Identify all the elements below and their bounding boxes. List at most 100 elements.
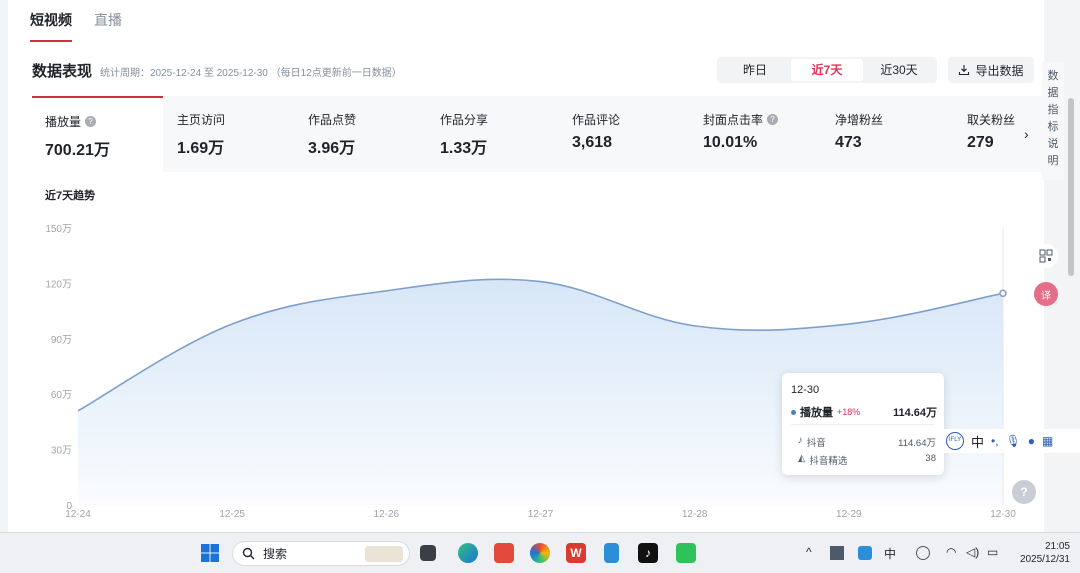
x-tick-label: 12-26 bbox=[374, 509, 400, 520]
metric-value: 10.01% bbox=[703, 134, 758, 151]
chart-tooltip: 12-30 播放量 +18% 114.64万 ♪ 抖音 114.64万 ◭ 抖音… bbox=[782, 373, 944, 475]
content-type-tabs: 短视频 直播 bbox=[30, 10, 122, 42]
taskbar: 搜索 W ♪ ^ 中 ◠ ◁) ▭ 21:05 2025/12/31 bbox=[0, 532, 1080, 573]
metric-label: 作品评论 bbox=[572, 113, 621, 127]
tab-live[interactable]: 直播 bbox=[94, 10, 122, 42]
x-tick-label: 12-30 bbox=[990, 509, 1016, 520]
export-data-label: 导出数据 bbox=[975, 63, 1024, 78]
section-title: 数据表现 bbox=[32, 63, 93, 80]
range-7-days-button[interactable]: 近7天 bbox=[791, 59, 863, 81]
qr-code-icon[interactable] bbox=[1034, 244, 1058, 268]
search-highlight-icon bbox=[365, 545, 403, 562]
chevron-up-icon[interactable]: ^ bbox=[806, 545, 812, 559]
export-data-button[interactable]: 导出数据 bbox=[948, 57, 1034, 83]
metric-value: 3.96万 bbox=[308, 140, 356, 157]
data-point-highlight bbox=[999, 289, 1007, 298]
metric-value: 473 bbox=[835, 134, 862, 151]
app-color-wheel-icon[interactable] bbox=[530, 543, 550, 563]
tooltip-row-value: 114.64万 bbox=[898, 438, 936, 449]
stats-period: 统计周期：2025-12-24 至 2025-12-30 （每日12点更新前一日… bbox=[100, 68, 402, 79]
taskbar-search[interactable]: 搜索 bbox=[232, 541, 410, 566]
metrics-explanation-label: 数据指标说明 bbox=[1047, 70, 1059, 167]
y-tick-label: 120万 bbox=[45, 279, 72, 290]
metric-card-profile-visits[interactable]: 主页访问 1.69万 bbox=[164, 96, 295, 172]
chevron-right-icon[interactable]: › bbox=[1024, 126, 1029, 142]
microphone-icon[interactable]: 🎙︎ bbox=[1006, 434, 1021, 448]
help-center-icon[interactable]: ? bbox=[1012, 480, 1036, 504]
trend-chart: 030万60万90万120万150万12-24 12-25 12-26 12-27 12… bbox=[45, 224, 1016, 520]
clock-time: 21:05 bbox=[1044, 541, 1070, 552]
x-tick-label: 12-29 bbox=[836, 509, 862, 520]
douyin-icon[interactable]: ♪ bbox=[638, 543, 658, 563]
tooltip-main-row: 播放量 +18% 114.64万 bbox=[791, 404, 937, 420]
speaker-icon[interactable]: ◁) bbox=[966, 545, 979, 559]
x-tick-label: 12-28 bbox=[682, 509, 708, 520]
tooltip-row-douyin: ♪ 抖音 114.64万 bbox=[798, 435, 936, 449]
metric-card-shares[interactable]: 作品分享 1.33万 bbox=[427, 96, 558, 172]
task-view-icon[interactable] bbox=[420, 545, 436, 561]
metric-label: 播放量 bbox=[45, 115, 82, 129]
metric-label: 取关粉丝 bbox=[967, 113, 1016, 127]
ime-logo-icon[interactable]: IFLY bbox=[946, 432, 964, 450]
wechat-icon[interactable] bbox=[676, 543, 696, 563]
translate-icon[interactable]: 译 bbox=[1034, 282, 1058, 306]
download-icon bbox=[959, 65, 970, 76]
page-scrollbar[interactable] bbox=[1068, 98, 1074, 276]
metric-card-likes[interactable]: 作品点赞 3.96万 bbox=[295, 96, 426, 172]
metric-label-wrap: 封面点击率? bbox=[703, 111, 779, 128]
apps-grid-icon[interactable]: ▦ bbox=[1042, 434, 1053, 448]
system-clock[interactable]: 21:05 2025/12/31 bbox=[1012, 540, 1070, 566]
tooltip-change: +18% bbox=[837, 407, 861, 417]
ime-toolbar: IFLY 中 •, 🎙︎ ● ▦ bbox=[944, 429, 1080, 453]
metric-label: 净增粉丝 bbox=[835, 113, 884, 127]
metric-value: 1.33万 bbox=[440, 140, 488, 157]
tooltip-date: 12-30 bbox=[791, 384, 820, 396]
punctuation-icon[interactable]: •, bbox=[991, 434, 999, 448]
y-tick-label: 30万 bbox=[51, 446, 72, 457]
series-dot-icon bbox=[791, 409, 796, 415]
help-icon[interactable]: ? bbox=[767, 114, 779, 125]
user-icon[interactable]: ● bbox=[1028, 434, 1035, 448]
trend-title: 近7天趋势 bbox=[45, 190, 96, 202]
metric-value: 1.69万 bbox=[177, 140, 225, 157]
metric-card-cover-ctr[interactable]: 封面点击率? 10.01% bbox=[690, 96, 821, 172]
metric-card-net-followers[interactable]: 净增粉丝 473 bbox=[822, 96, 953, 172]
metric-value: 3,618 bbox=[572, 134, 613, 151]
notepad-icon[interactable] bbox=[604, 543, 619, 563]
edge-browser-icon[interactable] bbox=[458, 543, 478, 563]
range-yesterday-button[interactable]: 昨日 bbox=[719, 59, 791, 81]
help-icon[interactable]: ? bbox=[85, 116, 97, 127]
clock-date: 2025/12/31 bbox=[1019, 554, 1070, 565]
tooltip-series-name: 播放量 bbox=[800, 407, 833, 419]
metric-value: 279 bbox=[967, 134, 994, 151]
security-shield-icon[interactable] bbox=[858, 546, 872, 560]
ifly-tray-icon[interactable] bbox=[916, 546, 930, 560]
metrics-explanation-tab[interactable]: 数据指标说明 bbox=[1042, 62, 1064, 180]
battery-icon[interactable]: ▭ bbox=[987, 545, 998, 559]
app-red-icon[interactable] bbox=[494, 543, 514, 563]
wifi-icon[interactable]: ◠ bbox=[946, 545, 956, 559]
tray-ime-indicator[interactable]: 中 bbox=[884, 545, 896, 562]
metric-label: 封面点击率 bbox=[703, 113, 764, 127]
windows-start-icon[interactable] bbox=[200, 543, 220, 563]
metric-card-comments[interactable]: 作品评论 3,618 bbox=[559, 96, 690, 172]
tooltip-divider bbox=[791, 424, 935, 425]
tooltip-row-label: 抖音 bbox=[806, 438, 826, 449]
metric-value: 700.21万 bbox=[45, 142, 110, 159]
search-label: 搜索 bbox=[263, 547, 288, 561]
tab-short-video[interactable]: 短视频 bbox=[30, 10, 72, 42]
x-tick-label: 12-27 bbox=[528, 509, 554, 520]
date-range-toggle: 昨日 近7天 近30天 bbox=[717, 57, 937, 83]
ime-lang-toggle[interactable]: 中 bbox=[971, 432, 984, 451]
y-tick-label: 60万 bbox=[51, 390, 72, 401]
metric-label: 作品点赞 bbox=[308, 113, 357, 127]
tooltip-value: 114.64万 bbox=[892, 407, 937, 419]
wps-icon[interactable]: W bbox=[566, 543, 586, 563]
range-30-days-button[interactable]: 近30天 bbox=[863, 59, 935, 81]
metric-card-plays[interactable]: 播放量? 700.21万 bbox=[32, 96, 163, 172]
tooltip-row-label: 抖音精选 bbox=[809, 456, 848, 467]
search-icon bbox=[242, 547, 255, 560]
metric-label: 作品分享 bbox=[440, 113, 489, 127]
tooltip-row-douyin-select: ◭ 抖音精选 38 bbox=[798, 453, 936, 467]
tray-app-icon[interactable] bbox=[830, 546, 844, 560]
